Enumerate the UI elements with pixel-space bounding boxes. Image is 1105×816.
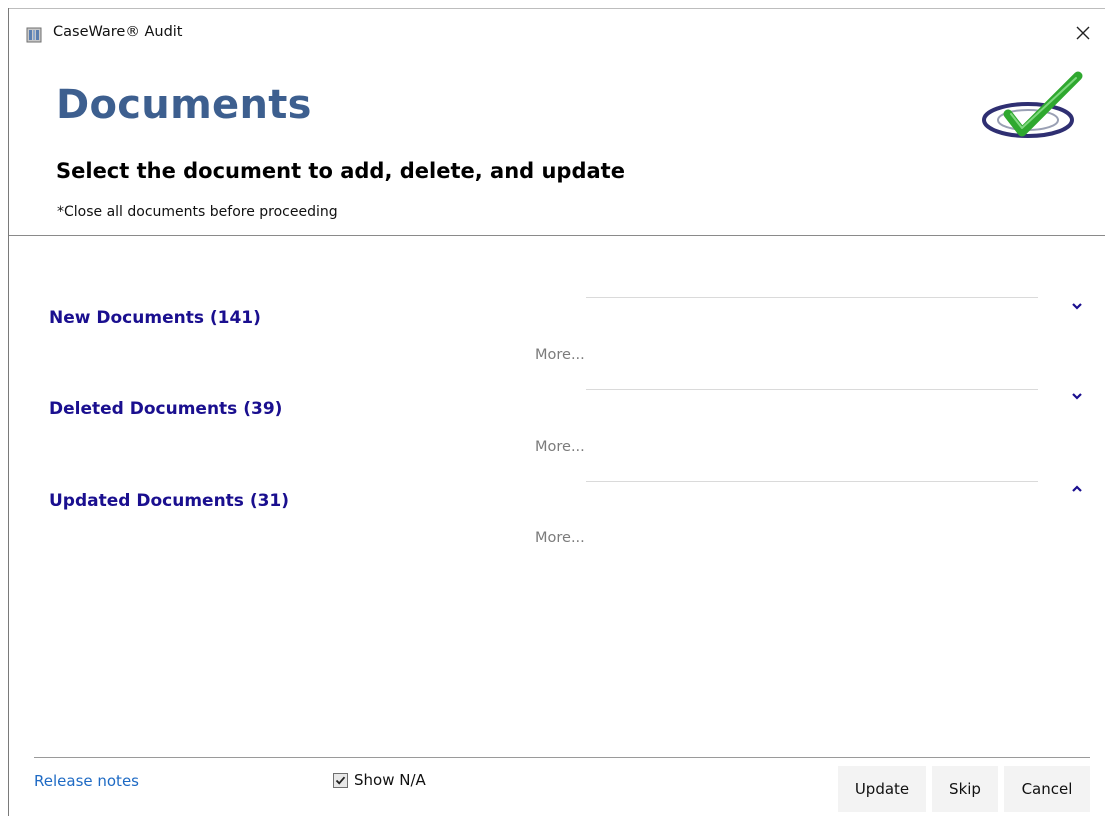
section-new-documents[interactable]: New Documents (141) <box>49 308 261 328</box>
chevron-down-icon[interactable] <box>1068 389 1086 403</box>
section-divider <box>586 481 1038 482</box>
more-link-new-documents[interactable]: More... <box>535 347 585 363</box>
update-button[interactable]: Update <box>838 766 926 812</box>
window-title: CaseWare® Audit <box>53 24 183 40</box>
footer-divider <box>34 757 1090 758</box>
show-na-label: Show N/A <box>354 771 426 789</box>
caseware-checkmark-logo <box>978 70 1084 146</box>
header-divider <box>9 235 1105 236</box>
page-subtitle: Select the document to add, delete, and … <box>56 159 625 183</box>
show-na-option: Show N/A <box>333 771 426 789</box>
close-button[interactable] <box>1061 13 1105 53</box>
chevron-up-icon[interactable] <box>1068 481 1086 495</box>
section-updated-documents[interactable]: Updated Documents (31) <box>49 491 289 511</box>
section-divider <box>586 389 1038 390</box>
window-border-left <box>8 8 9 816</box>
more-link-deleted-documents[interactable]: More... <box>535 439 585 455</box>
instruction-note: *Close all documents before proceeding <box>57 204 338 220</box>
release-notes-link[interactable]: Release notes <box>34 772 139 790</box>
cancel-button[interactable]: Cancel <box>1004 766 1090 812</box>
chevron-down-icon[interactable] <box>1068 299 1086 313</box>
checkmark-icon <box>335 776 346 785</box>
section-divider <box>586 297 1038 298</box>
skip-button[interactable]: Skip <box>932 766 998 812</box>
caseware-app-icon <box>26 27 42 43</box>
close-icon <box>1076 26 1090 40</box>
more-link-updated-documents[interactable]: More... <box>535 530 585 546</box>
title-bar: CaseWare® Audit <box>9 9 1105 57</box>
show-na-checkbox[interactable] <box>333 772 348 788</box>
page-title: Documents <box>56 82 312 128</box>
section-deleted-documents[interactable]: Deleted Documents (39) <box>49 399 282 419</box>
